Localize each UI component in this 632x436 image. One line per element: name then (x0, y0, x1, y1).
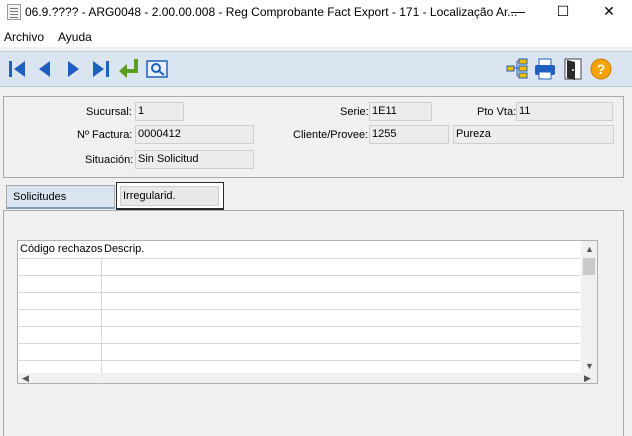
printer-icon[interactable] (532, 54, 558, 84)
toolbar: ? (0, 51, 632, 87)
nro-factura-label: Nº Factura: (77, 129, 133, 141)
tree-structure-icon[interactable] (504, 54, 530, 84)
column-header-codigo[interactable]: Código rechazos (20, 243, 103, 255)
grid-row-line (18, 343, 580, 344)
column-header-descrip[interactable]: Descrip. (104, 243, 144, 255)
minimize-button[interactable]: — (495, 0, 541, 26)
scroll-up-icon[interactable]: ▲ (585, 244, 594, 254)
irregularities-grid[interactable]: Código rechazos Descrip. ▲ ▼ ◀ ▶ (17, 240, 598, 384)
column-divider (101, 258, 102, 384)
app-document-icon (7, 4, 21, 20)
scroll-left-icon[interactable]: ◀ (22, 373, 29, 383)
nro-factura-field[interactable]: 0000412 (135, 125, 254, 144)
title-bar: 06.9.???? - ARG0048 - 2.00.00.008 - Reg … (0, 0, 632, 26)
previous-record-icon[interactable] (32, 54, 58, 84)
grid-row-line (18, 360, 580, 361)
tab-irregularidades-label: Irregularid. (120, 186, 219, 206)
tab-solicitudes-label: Solicitudes (13, 191, 67, 203)
help-glyph: ? (597, 61, 606, 77)
serie-label: Serie: (340, 106, 369, 118)
scroll-down-icon[interactable]: ▼ (585, 361, 594, 371)
next-record-icon[interactable] (60, 54, 86, 84)
situacion-field[interactable]: Sin Solicitud (135, 150, 254, 169)
exit-door-icon[interactable] (560, 54, 586, 84)
tab-solicitudes[interactable]: Solicitudes (6, 185, 115, 209)
cliente-code-field[interactable]: 1255 (369, 125, 449, 144)
scroll-right-icon[interactable]: ▶ (584, 373, 591, 383)
cliente-label: Cliente/Provee: (293, 129, 369, 141)
grid-row-line (18, 292, 580, 293)
horizontal-scrollbar[interactable]: ◀ ▶ (18, 373, 597, 383)
menu-bar: Archivo Ayuda (0, 26, 632, 47)
tab-irregularidades[interactable]: Irregularid. (116, 182, 224, 210)
close-button[interactable]: ✕ (586, 0, 632, 26)
menu-ayuda[interactable]: Ayuda (58, 30, 92, 44)
situacion-label: Situación: (85, 154, 134, 166)
menu-archivo[interactable]: Archivo (4, 30, 44, 44)
vertical-scrollbar[interactable]: ▲ ▼ (581, 241, 597, 373)
pto-vta-label: Pto Vta: (477, 106, 517, 118)
last-record-icon[interactable] (88, 54, 114, 84)
serie-field[interactable]: 1E11 (369, 102, 432, 121)
help-icon[interactable]: ? (588, 54, 614, 84)
grid-row-line (18, 326, 580, 327)
window-title: 06.9.???? - ARG0048 - 2.00.00.008 - Reg … (25, 5, 518, 19)
grid-row-line (18, 275, 580, 276)
cliente-name-field[interactable]: Pureza (453, 125, 614, 144)
search-icon[interactable] (144, 54, 170, 84)
scroll-thumb[interactable] (583, 258, 595, 275)
pto-vta-field[interactable]: 11 (516, 102, 613, 121)
grid-row-line (18, 258, 580, 259)
grid-row-line (18, 309, 580, 310)
sucursal-label: Sucursal: (86, 106, 132, 118)
first-record-icon[interactable] (5, 54, 31, 84)
maximize-button[interactable]: ☐ (540, 0, 586, 26)
return-arrow-icon[interactable] (116, 54, 142, 84)
sucursal-field[interactable]: 1 (135, 102, 184, 121)
